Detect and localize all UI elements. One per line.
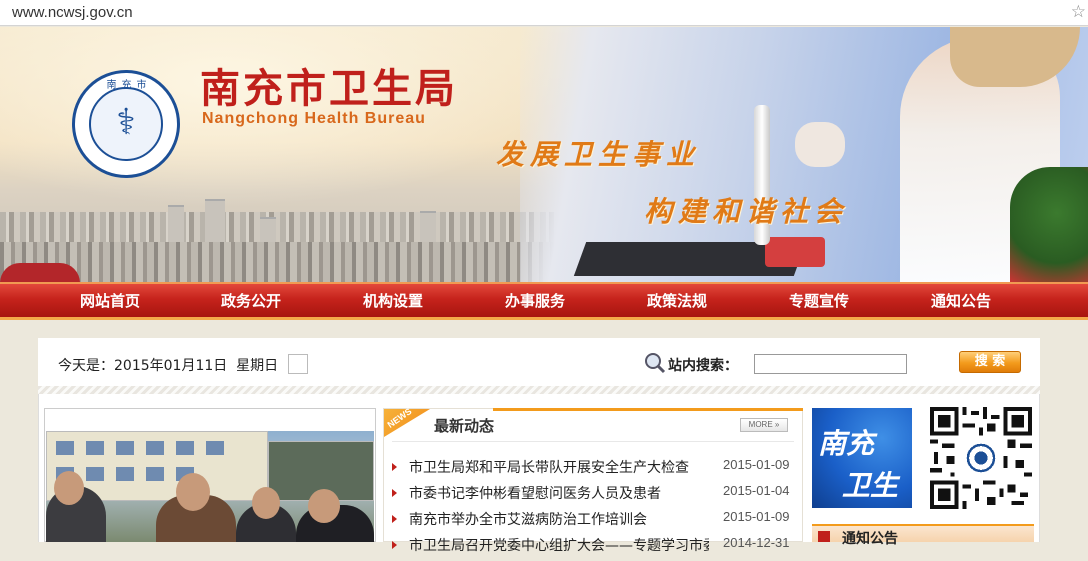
browser-url-bar[interactable]: www.ncwsj.gov.cn ☆ bbox=[0, 0, 1088, 26]
window bbox=[86, 467, 104, 481]
news-item-title[interactable]: 市卫生局郑和平局长带队开展安全生产大检查 bbox=[409, 457, 709, 477]
window bbox=[116, 441, 134, 455]
notice-heading[interactable]: 通知公告 bbox=[842, 528, 898, 548]
news-item-date: 2015-01-09 bbox=[723, 509, 790, 524]
news-item[interactable]: 市委书记李仲彬看望慰问医务人员及患者 2015-01-04 bbox=[392, 483, 796, 509]
city-foreground bbox=[0, 242, 560, 282]
bureau-logo[interactable]: 南充市卫生局 ⚕ bbox=[72, 70, 180, 178]
person-head bbox=[54, 471, 84, 505]
news-more-button[interactable]: MORE » bbox=[740, 418, 788, 432]
news-item-title[interactable]: 南充市举办全市艾滋病防治工作培训会 bbox=[409, 509, 709, 529]
news-divider bbox=[392, 441, 794, 442]
gloved-hand bbox=[795, 122, 845, 167]
news-item-title[interactable]: 市卫生局召开党委中心组扩大会——专题学习市委 bbox=[409, 535, 709, 555]
lab-sample-rack bbox=[765, 237, 825, 267]
site-search-input[interactable] bbox=[754, 354, 907, 374]
nav-item-gov-affairs[interactable]: 政务公开 bbox=[181, 284, 321, 318]
slogan-line-1: 发展卫生事业 bbox=[496, 138, 701, 171]
nav-item-policies[interactable]: 政策法规 bbox=[607, 284, 747, 318]
bullet-arrow-icon bbox=[392, 489, 397, 497]
bullet-arrow-icon bbox=[392, 541, 397, 549]
window bbox=[86, 441, 104, 455]
bullet-arrow-icon bbox=[392, 515, 397, 523]
city-tower bbox=[168, 205, 184, 245]
more-label: MORE bbox=[748, 420, 773, 429]
window bbox=[206, 441, 224, 455]
window bbox=[116, 467, 134, 481]
nav-item-home[interactable]: 网站首页 bbox=[40, 284, 180, 318]
red-trees bbox=[0, 263, 80, 282]
person-head bbox=[252, 487, 280, 519]
main-nav: 网站首页 政务公开 机构设置 办事服务 政策法规 专题宣传 通知公告 bbox=[0, 282, 1088, 320]
nav-item-notices[interactable]: 通知公告 bbox=[891, 284, 1031, 318]
notice-icon bbox=[818, 531, 830, 542]
caduceus-icon: ⚕ bbox=[116, 102, 136, 143]
news-item[interactable]: 市卫生局郑和平局长带队开展安全生产大检查 2015-01-09 bbox=[392, 457, 796, 483]
news-photo[interactable] bbox=[46, 431, 374, 542]
slogan-line-2: 构建和谐社会 bbox=[644, 195, 849, 228]
card-text-line2: 卫生 bbox=[842, 469, 899, 502]
news-item-title[interactable]: 市委书记李仲彬看望慰问医务人员及患者 bbox=[409, 483, 709, 503]
window bbox=[56, 441, 74, 455]
window bbox=[146, 441, 164, 455]
qr-code-icon bbox=[930, 407, 1032, 509]
news-item-date: 2014-12-31 bbox=[723, 535, 790, 550]
tree-decoration bbox=[1010, 167, 1088, 282]
bookmark-star-icon[interactable]: ☆ bbox=[1071, 2, 1086, 22]
person-head bbox=[176, 473, 210, 511]
decorative-stripe bbox=[38, 386, 1040, 394]
nav-item-services[interactable]: 办事服务 bbox=[465, 284, 605, 318]
window bbox=[176, 441, 194, 455]
site-title: 南充市卫生局 bbox=[200, 65, 458, 112]
nav-item-organization[interactable]: 机构设置 bbox=[323, 284, 463, 318]
news-item-date: 2015-01-04 bbox=[723, 483, 790, 498]
bullet-arrow-icon bbox=[392, 463, 397, 471]
site-title-en: Nangchong Health Bureau bbox=[202, 110, 426, 127]
search-icon bbox=[645, 353, 666, 374]
city-tower bbox=[205, 199, 225, 245]
window bbox=[146, 467, 164, 481]
site-search-label: 站内搜索： bbox=[668, 358, 738, 374]
person-head bbox=[308, 489, 340, 523]
logo-emblem: ⚕ bbox=[89, 87, 163, 161]
nav-item-topics[interactable]: 专题宣传 bbox=[749, 284, 889, 318]
url-text[interactable]: www.ncwsj.gov.cn bbox=[12, 4, 133, 21]
date-placeholder-box bbox=[288, 354, 308, 374]
current-date: 今天是：2015年01月11日 星期日 bbox=[58, 358, 279, 374]
news-heading: 最新动态 bbox=[434, 417, 495, 435]
news-item[interactable]: 南充市举办全市艾滋病防治工作培训会 2015-01-09 bbox=[392, 509, 796, 535]
news-item-date: 2015-01-09 bbox=[723, 457, 790, 472]
search-button[interactable]: 搜 索 bbox=[959, 351, 1021, 373]
news-top-line bbox=[493, 408, 803, 411]
news-item[interactable]: 市卫生局召开党委中心组扩大会——专题学习市委 2014-12-31 bbox=[392, 535, 796, 561]
card-text-line1: 南充 bbox=[818, 427, 875, 460]
